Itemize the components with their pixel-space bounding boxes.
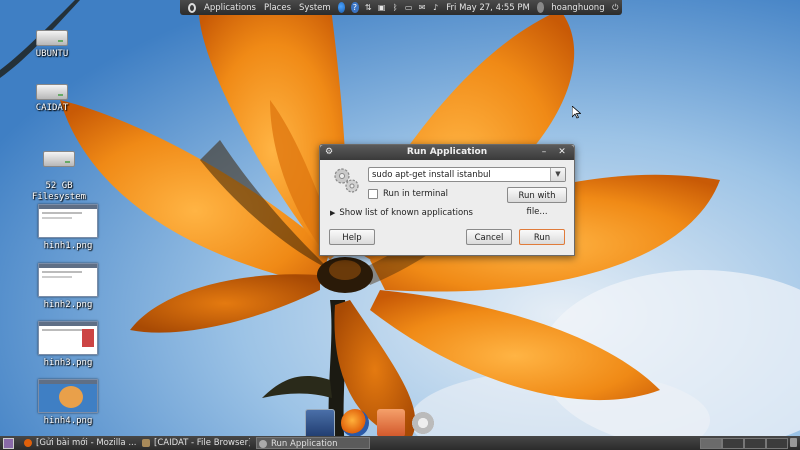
taskbar-item-label: [CAIDAT - File Browser] — [154, 438, 250, 448]
trash-icon[interactable] — [790, 438, 797, 447]
camera-icon[interactable]: ▣ — [378, 2, 386, 13]
desktop-icon-filesystem[interactable]: 52 GB Filesystem — [20, 140, 98, 214]
command-combobox[interactable]: ▼ — [368, 167, 566, 182]
window-menu-icon[interactable]: ⚙ — [323, 145, 335, 160]
desktop-icon-caidat[interactable]: CAIDAT — [13, 84, 91, 113]
run-in-terminal-label: Run in terminal — [383, 189, 448, 199]
bluetooth-icon[interactable]: ᛒ — [391, 2, 398, 13]
taskbar-item-run-application[interactable]: Run Application — [256, 437, 370, 449]
gears-icon — [334, 168, 359, 193]
username[interactable]: hoanghuong — [547, 3, 608, 13]
taskbar-item-label: [Gửi bài mới - Mozilla ... — [36, 438, 137, 448]
ubuntu-logo-icon[interactable] — [188, 2, 197, 13]
expander-arrow-icon: ▶ — [330, 209, 336, 217]
drive-icon — [43, 151, 75, 167]
help-button[interactable]: Help — [329, 229, 375, 245]
mail-icon[interactable]: ✉ — [418, 2, 426, 13]
image-thumbnail-icon — [38, 263, 98, 297]
taskbar-item-file-browser[interactable]: [CAIDAT - File Browser] — [140, 437, 250, 449]
taskbar-item-firefox[interactable]: [Gửi bài mới - Mozilla ... — [22, 437, 137, 449]
workspace-2[interactable] — [722, 438, 744, 449]
dialog-titlebar[interactable]: ⚙ Run Application – ✕ — [320, 145, 574, 160]
firefox-dock-icon[interactable] — [341, 409, 369, 437]
combo-dropdown-icon[interactable]: ▼ — [550, 168, 565, 181]
folder-icon — [142, 439, 150, 447]
show-desktop-icon[interactable] — [3, 438, 14, 449]
gears-icon — [259, 440, 267, 448]
desktop-icon-hinh3[interactable]: hinh3.png — [29, 321, 107, 368]
close-icon[interactable]: ✕ — [556, 145, 568, 160]
network-icon[interactable]: ⇅ — [365, 2, 372, 13]
desktop-icon-hinh1[interactable]: hinh1.png — [29, 204, 107, 251]
workspace-1[interactable] — [700, 438, 722, 449]
run-in-terminal-checkbox[interactable]: Run in terminal — [368, 189, 448, 199]
places-menu[interactable]: Places — [260, 3, 295, 13]
desktop-icon-hinh4[interactable]: hinh4.png — [29, 379, 107, 426]
desktop-icon-ubuntu[interactable]: UBUNTU — [13, 30, 91, 59]
firefox-icon — [24, 439, 32, 447]
cancel-button[interactable]: Cancel — [466, 229, 512, 245]
desktop-icon-label: hinh1.png — [43, 241, 93, 251]
desktop-icon-hinh2[interactable]: hinh2.png — [29, 263, 107, 310]
dialog-title: Run Application — [406, 147, 488, 157]
workspace-4[interactable] — [766, 438, 788, 449]
power-icon[interactable]: ⏻ — [612, 2, 619, 13]
image-thumbnail-icon — [38, 379, 98, 413]
drive-icon — [36, 84, 68, 100]
battery-icon[interactable]: ▭ — [405, 2, 413, 13]
top-panel: Applications Places System ? ⇅ ▣ ᛒ ▭ ✉ ♪… — [180, 0, 622, 15]
run-button[interactable]: Run — [519, 229, 565, 245]
show-list-label: Show list of known applications — [339, 208, 473, 218]
dock — [305, 409, 441, 439]
help-icon[interactable]: ? — [351, 2, 359, 13]
desktop-icon-label: hinh3.png — [43, 358, 93, 368]
settings-dock-icon[interactable] — [409, 409, 437, 437]
mouse-pointer-icon — [572, 106, 581, 119]
desktop-icon-label: CAIDAT — [35, 103, 69, 113]
desktop-icon-label: 52 GB Filesystem — [31, 181, 87, 202]
system-menu[interactable]: System — [295, 3, 335, 13]
bottom-panel: [Gửi bài mới - Mozilla ... [CAIDAT - Fil… — [0, 436, 800, 450]
desktop-icon-label: UBUNTU — [35, 49, 69, 59]
drive-icon — [36, 30, 68, 46]
command-input[interactable] — [369, 168, 555, 181]
user-icon — [536, 2, 545, 13]
minimize-icon[interactable]: – — [538, 145, 550, 160]
desktop-icon-label: hinh4.png — [43, 416, 93, 426]
applications-menu[interactable]: Applications — [200, 3, 260, 13]
show-list-expander[interactable]: ▶ Show list of known applications — [330, 208, 473, 218]
file-browser-dock-icon[interactable] — [305, 409, 335, 439]
firefox-icon[interactable] — [337, 2, 346, 13]
image-thumbnail-icon — [38, 204, 98, 238]
run-with-file-button[interactable]: Run with file... — [507, 187, 567, 217]
desktop-icon-label: hinh2.png — [43, 300, 93, 310]
workspace-3[interactable] — [744, 438, 766, 449]
home-folder-dock-icon[interactable] — [377, 409, 405, 437]
run-application-dialog: ⚙ Run Application – ✕ ▼ Run in terminal … — [319, 144, 575, 256]
image-thumbnail-icon — [38, 321, 98, 355]
checkbox-box[interactable] — [368, 189, 378, 199]
taskbar-item-label: Run Application — [271, 439, 338, 449]
clock[interactable]: Fri May 27, 4:55 PM — [442, 3, 534, 13]
volume-icon[interactable]: ♪ — [432, 2, 439, 13]
